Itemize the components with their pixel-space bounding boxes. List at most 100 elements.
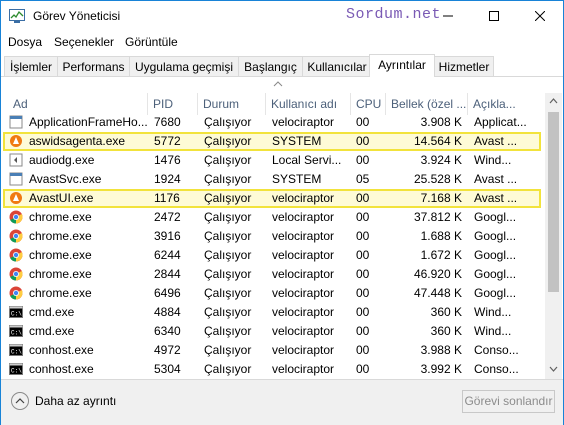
cell-cpu: 00 — [356, 153, 370, 167]
minimize-button[interactable] — [425, 1, 471, 31]
cell-user: velociraptor — [272, 115, 335, 129]
column-header-pid[interactable]: PID — [148, 93, 198, 115]
cell-status: Çalışıyor — [204, 191, 252, 205]
avast-icon — [9, 191, 23, 205]
cell-pid: 4884 — [154, 305, 181, 319]
cell-user: SYSTEM — [272, 172, 322, 186]
tab-bar: İşlemler Performans Uygulama geçmişi Baş… — [1, 54, 563, 77]
cell-desc: Googl... — [474, 286, 517, 300]
column-header-memory[interactable]: Bellek (özel ... — [386, 93, 468, 115]
cell-pid: 5772 — [154, 134, 181, 148]
cell-name: ApplicationFrameHo... — [29, 115, 147, 129]
cell-desc: Googl... — [474, 229, 517, 243]
table-row[interactable]: audiodg.exe 1476 Çalışıyor Local Servi... 00… — [1, 151, 545, 170]
table-row[interactable]: C:\ conhost.exe 5304 Çalışıyor velociraptor 0… — [1, 360, 545, 379]
cell-status: Çalışıyor — [204, 229, 252, 243]
audio-icon — [9, 153, 23, 167]
cell-user: SYSTEM — [272, 134, 322, 148]
sort-chevron-icon — [273, 81, 283, 87]
cell-user: velociraptor — [272, 191, 335, 205]
cmd-icon: C:\ — [9, 362, 23, 376]
table-row[interactable]: AvastSvc.exe 1924 Çalışıyor SYSTEM 05 25.528 … — [1, 170, 545, 189]
maximize-button[interactable] — [471, 1, 517, 31]
cell-pid: 2472 — [154, 210, 181, 224]
column-header-cpu[interactable]: CPU — [351, 93, 386, 115]
cell-pid: 5304 — [154, 362, 181, 376]
tab-details[interactable]: Ayrıntılar — [369, 54, 435, 77]
tab-services[interactable]: Hizmetler — [434, 56, 494, 76]
window-title: Görev Yöneticisi — [33, 9, 121, 23]
cell-cpu: 00 — [356, 229, 370, 243]
cell-desc: Googl... — [474, 267, 517, 281]
cell-name: cmd.exe — [29, 305, 75, 319]
table-row[interactable]: C:\ cmd.exe 4884 Çalışıyor velociraptor 00 360… — [1, 303, 545, 322]
cmd-icon: C:\ — [9, 343, 23, 357]
table-row[interactable]: C:\ conhost.exe 4972 Çalışıyor velociraptor 0… — [1, 341, 545, 360]
tab-users[interactable]: Kullanıcılar — [302, 56, 372, 76]
cell-name: conhost.exe — [29, 343, 94, 357]
title-bar[interactable]: Görev Yöneticisi Sordum.net — [1, 1, 563, 31]
cell-pid: 7680 — [154, 115, 181, 129]
tab-app-history[interactable]: Uygulama geçmişi — [129, 56, 239, 76]
cell-cpu: 00 — [356, 267, 370, 281]
cell-cpu: 00 — [356, 210, 370, 224]
cell-user: velociraptor — [272, 305, 335, 319]
cell-status: Çalışıyor — [204, 248, 252, 262]
svg-text:C:\: C:\ — [11, 330, 22, 337]
cell-mem: 360 K — [430, 324, 462, 338]
close-button[interactable] — [517, 1, 563, 31]
footer-bar: Daha az ayrıntı Görevi sonlandır — [1, 379, 563, 425]
table-row[interactable]: ApplicationFrameHo... 7680 Çalışıyor veloci… — [1, 113, 545, 132]
table-row[interactable]: chrome.exe 3916 Çalışıyor velociraptor 00 1.6… — [1, 227, 545, 246]
cell-pid: 2844 — [154, 267, 181, 281]
column-header-description[interactable]: Açıkla... — [468, 93, 545, 115]
cell-pid: 3916 — [154, 229, 181, 243]
table-row[interactable]: chrome.exe 2844 Çalışıyor velociraptor 00 46.… — [1, 265, 545, 284]
app-frame-icon — [9, 172, 23, 186]
cell-status: Çalışıyor — [204, 267, 252, 281]
cell-status: Çalışıyor — [204, 172, 252, 186]
cell-name: conhost.exe — [29, 362, 94, 376]
cell-mem: 1.688 K — [420, 229, 462, 243]
avast-icon — [9, 134, 23, 148]
menu-file[interactable]: Dosya — [8, 35, 42, 49]
cell-status: Çalışıyor — [204, 210, 252, 224]
scroll-down-icon[interactable] — [549, 366, 558, 372]
tab-processes[interactable]: İşlemler — [4, 56, 58, 76]
cell-name: chrome.exe — [29, 267, 92, 281]
scrollbar-thumb[interactable] — [548, 112, 559, 292]
cell-mem: 3.908 K — [420, 115, 462, 129]
cell-status: Çalışıyor — [204, 324, 252, 338]
column-header-username[interactable]: Kullanıcı adı — [266, 93, 351, 115]
table-row[interactable]: aswidsagenta.exe 5772 Çalışıyor SYSTEM 00 14.… — [1, 132, 545, 151]
cell-name: cmd.exe — [29, 324, 75, 338]
cell-user: velociraptor — [272, 229, 335, 243]
tab-performance[interactable]: Performans — [57, 56, 130, 76]
table-row[interactable]: chrome.exe 6244 Çalışıyor velociraptor 00 1.6… — [1, 246, 545, 265]
column-header-name[interactable]: Ad — [8, 93, 148, 115]
less-details-link[interactable]: Daha az ayrıntı — [35, 394, 116, 408]
table-row[interactable]: AvastUI.exe 1176 Çalışıyor velociraptor 00 7.… — [1, 189, 545, 208]
chrome-icon — [9, 267, 23, 281]
svg-text:C:\: C:\ — [11, 311, 22, 318]
menu-view[interactable]: Görüntüle — [125, 35, 178, 49]
vertical-scrollbar[interactable] — [545, 93, 562, 379]
less-details-button[interactable] — [11, 392, 29, 410]
cell-mem: 47.448 K — [413, 286, 462, 300]
app-frame-icon — [9, 115, 23, 129]
cell-mem: 46.920 K — [413, 267, 462, 281]
scroll-up-icon[interactable] — [549, 98, 558, 104]
menu-options[interactable]: Seçenekler — [54, 35, 114, 49]
tab-startup[interactable]: Başlangıç — [238, 56, 303, 76]
end-task-button[interactable]: Görevi sonlandır — [462, 390, 555, 413]
table-row[interactable]: chrome.exe 6496 Çalışıyor velociraptor 00 47.… — [1, 284, 545, 303]
column-header-status[interactable]: Durum — [198, 93, 266, 115]
cell-user: velociraptor — [272, 210, 335, 224]
cell-user: velociraptor — [272, 286, 335, 300]
table-row[interactable]: chrome.exe 2472 Çalışıyor velociraptor 00 37.… — [1, 208, 545, 227]
table-row[interactable]: C:\ cmd.exe 6340 Çalışıyor velociraptor 00 360… — [1, 322, 545, 341]
cell-desc: Googl... — [474, 210, 517, 224]
cell-pid: 1476 — [154, 153, 181, 167]
cell-status: Çalışıyor — [204, 115, 252, 129]
cell-name: AvastUI.exe — [29, 191, 94, 205]
